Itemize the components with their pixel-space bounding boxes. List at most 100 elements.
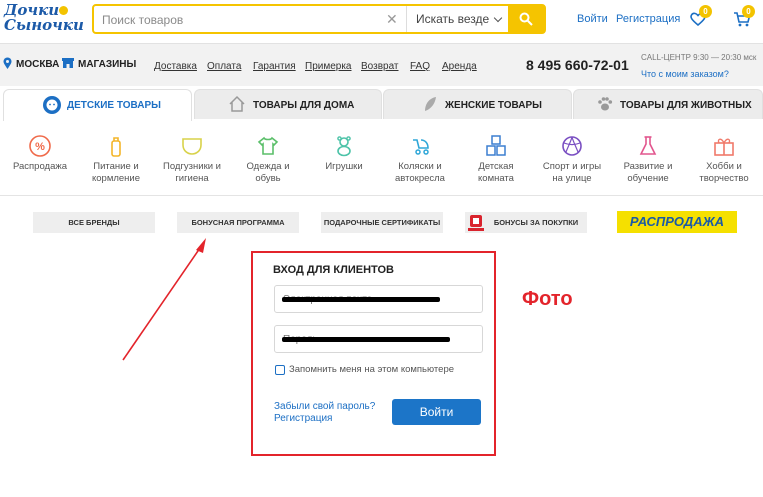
category-label: Игрушки: [325, 161, 363, 172]
order-status-link[interactable]: Что с моим заказом?: [641, 69, 729, 79]
category-hobby[interactable]: Хобби и творчество: [686, 135, 762, 185]
call-center-hours: CALL-ЦЕНТР 9:30 — 20:30 мск: [641, 53, 757, 62]
category-label: обучение: [627, 173, 669, 184]
category-label: Хобби и: [706, 161, 742, 172]
category-menu: % Распродажа Питание и кормление Подгузн…: [0, 121, 763, 196]
category-food[interactable]: Питание и кормление: [78, 135, 154, 185]
site-logo[interactable]: Дочки- Сыночки: [4, 3, 84, 35]
forgot-password-link[interactable]: Забыли свой пароль?: [274, 401, 375, 412]
svg-text:%: %: [35, 141, 45, 153]
city-selector[interactable]: МОСКВА: [16, 59, 59, 70]
favorites-count-badge: 0: [699, 5, 712, 18]
category-label: на улице: [552, 173, 592, 184]
search-icon: [519, 12, 533, 26]
blocks-icon: [486, 135, 506, 156]
tab-women-products[interactable]: ЖЕНСКИЕ ТОВАРЫ: [383, 89, 572, 119]
favorites-button[interactable]: 0: [689, 5, 712, 33]
category-kids-room[interactable]: Детская комната: [458, 135, 534, 185]
category-strollers[interactable]: Коляски и автокресла: [382, 135, 458, 185]
category-label: Детская: [478, 161, 514, 172]
phone-number[interactable]: 8 495 660-72-01: [526, 57, 629, 73]
all-brands-button[interactable]: ВСЕ БРЕНДЫ: [33, 212, 155, 233]
search-button[interactable]: [508, 6, 544, 32]
nav-link-fitting[interactable]: Примерка: [305, 61, 352, 72]
sale-banner-button[interactable]: РАСПРОДАЖА: [617, 211, 737, 233]
tab-label: ТОВАРЫ ДЛЯ ЖИВОТНЫХ: [620, 100, 752, 111]
category-label: Коляски и: [398, 161, 442, 172]
category-label: творчество: [699, 173, 749, 184]
login-link[interactable]: Войти: [577, 13, 608, 25]
redaction-mark: [282, 297, 440, 302]
location-pin-icon: [3, 57, 12, 69]
info-bar: МОСКВА МАГАЗИНЫ Доставка Оплата Гарантия…: [0, 43, 763, 86]
category-label: Одежда и: [246, 161, 290, 172]
clear-icon[interactable]: ✕: [386, 11, 398, 28]
nav-link-faq[interactable]: FAQ: [410, 61, 430, 72]
shirt-icon: [257, 136, 279, 155]
house-icon: [229, 95, 245, 112]
search-input[interactable]: [102, 10, 382, 30]
register-link[interactable]: Регистрация: [616, 13, 680, 25]
toy-icon: [337, 136, 351, 157]
percent-icon: %: [29, 135, 51, 157]
register-link[interactable]: Регистрация: [274, 413, 332, 424]
category-toys[interactable]: Игрушки: [306, 135, 382, 173]
category-label: кормление: [91, 173, 141, 184]
category-diapers[interactable]: Подгузники и гигиена: [154, 135, 230, 185]
category-sale[interactable]: % Распродажа: [2, 135, 78, 173]
category-label: обувь: [255, 173, 281, 184]
nav-link-rent[interactable]: Аренда: [442, 61, 477, 72]
store-icon: [62, 58, 74, 68]
category-label: Питание и: [93, 161, 139, 172]
baby-icon: [43, 96, 61, 114]
bottle-icon: [111, 137, 121, 157]
tab-label: ТОВАРЫ ДЛЯ ДОМА: [253, 100, 355, 111]
paw-icon: [598, 97, 613, 111]
flask-icon: [639, 136, 657, 155]
category-education[interactable]: Развитие и обучение: [610, 135, 686, 185]
nav-link-payment[interactable]: Оплата: [207, 61, 241, 72]
category-label: Распродажа: [12, 161, 68, 172]
category-clothing[interactable]: Одежда и обувь: [230, 135, 306, 185]
site-header: Дочки- Сыночки ✕ Искать везде Войти Реги…: [0, 0, 763, 42]
nav-link-delivery[interactable]: Доставка: [154, 61, 197, 72]
stores-link[interactable]: МАГАЗИНЫ: [78, 59, 136, 70]
tab-label: ЖЕНСКИЕ ТОВАРЫ: [445, 100, 542, 111]
login-button[interactable]: Войти: [392, 399, 481, 425]
search-scope-label: Искать везде: [416, 12, 490, 26]
mnogo-logo-icon: [468, 215, 484, 231]
search-bar: ✕ Искать везде: [92, 4, 546, 34]
ball-icon: [562, 136, 582, 156]
tab-kids-products[interactable]: ДЕТСКИЕ ТОВАРЫ: [3, 89, 192, 121]
cart-button[interactable]: 0: [733, 5, 755, 33]
nav-link-returns[interactable]: Возврат: [361, 61, 399, 72]
category-label: Развитие и: [623, 161, 673, 172]
logo-dot-icon: [59, 6, 68, 15]
stroller-icon: [413, 139, 429, 155]
tab-home-products[interactable]: ТОВАРЫ ДЛЯ ДОМА: [194, 89, 382, 119]
category-label: автокресла: [395, 173, 445, 184]
category-label: Спорт и игры: [542, 161, 602, 172]
tab-label: ДЕТСКИЕ ТОВАРЫ: [67, 100, 161, 111]
category-label: Подгузники и: [163, 161, 221, 172]
login-title: ВХОД ДЛЯ КЛИЕНТОВ: [273, 264, 394, 276]
login-form: ВХОД ДЛЯ КЛИЕНТОВ Запомнить меня на этом…: [251, 251, 496, 456]
cart-count-badge: 0: [742, 5, 755, 18]
logo-line-2: Сыночки: [4, 16, 84, 34]
remember-checkbox[interactable]: [275, 365, 285, 375]
gift-icon: [714, 138, 734, 156]
diaper-icon: [182, 138, 202, 155]
redaction-mark: [282, 337, 450, 342]
search-scope-select[interactable]: Искать везде: [406, 6, 509, 32]
category-label: гигиена: [175, 173, 209, 184]
tab-pet-products[interactable]: ТОВАРЫ ДЛЯ ЖИВОТНЫХ: [573, 89, 763, 119]
category-tabs: ДЕТСКИЕ ТОВАРЫ ТОВАРЫ ДЛЯ ДОМА ЖЕНСКИЕ Т…: [0, 89, 763, 121]
leaf-icon: [425, 97, 436, 111]
nav-link-warranty[interactable]: Гарантия: [253, 61, 296, 72]
category-sport[interactable]: Спорт и игры на улице: [534, 135, 610, 185]
remember-label[interactable]: Запомнить меня на этом компьютере: [289, 364, 454, 375]
category-label: комната: [478, 173, 514, 184]
bonus-program-button[interactable]: БОНУСНАЯ ПРОГРАММА: [177, 212, 299, 233]
photo-annotation: Фото: [522, 288, 573, 310]
gift-cards-button[interactable]: ПОДАРОЧНЫЕ СЕРТИФИКАТЫ: [321, 212, 443, 233]
